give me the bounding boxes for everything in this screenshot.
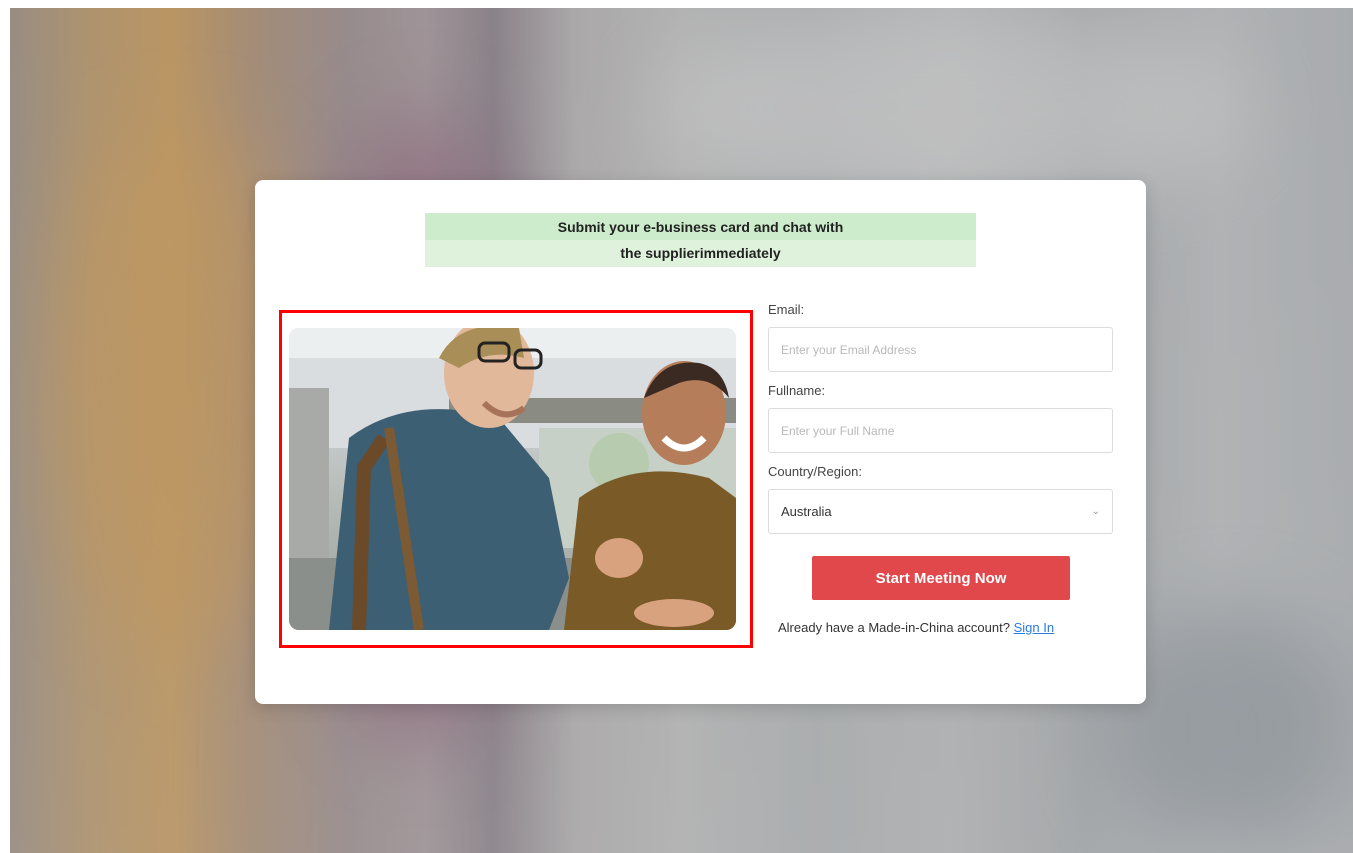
sign-in-link[interactable]: Sign In <box>1014 620 1054 635</box>
chevron-down-icon: ⌄ <box>1091 506 1100 517</box>
contact-form: Email: Fullname: Country/Region: Austral… <box>768 300 1113 635</box>
headline-line-1: Submit your e-business card and chat wit… <box>557 219 844 235</box>
country-select[interactable]: Australia ⌄ <box>768 489 1113 534</box>
start-meeting-button[interactable]: Start Meeting Now <box>812 556 1070 600</box>
fullname-label: Fullname: <box>768 383 826 398</box>
email-input[interactable] <box>768 327 1113 372</box>
country-selected-value: Australia <box>781 504 832 519</box>
meeting-photo <box>289 328 736 630</box>
photo-illustration <box>289 328 736 630</box>
fullname-input[interactable] <box>768 408 1113 453</box>
highlighted-image-frame <box>279 310 753 648</box>
headline-line-2: the supplierimmediately <box>620 245 781 261</box>
ebusiness-card-modal: Submit your e-business card and chat wit… <box>255 180 1146 704</box>
sign-in-prompt: Already have a Made-in-China account? Si… <box>778 620 1113 635</box>
account-prompt-text: Already have a Made-in-China account? <box>778 620 1010 635</box>
email-label: Email: <box>768 302 805 317</box>
headline-banner: Submit your e-business card and chat wit… <box>425 213 976 267</box>
country-label: Country/Region: <box>768 464 862 479</box>
